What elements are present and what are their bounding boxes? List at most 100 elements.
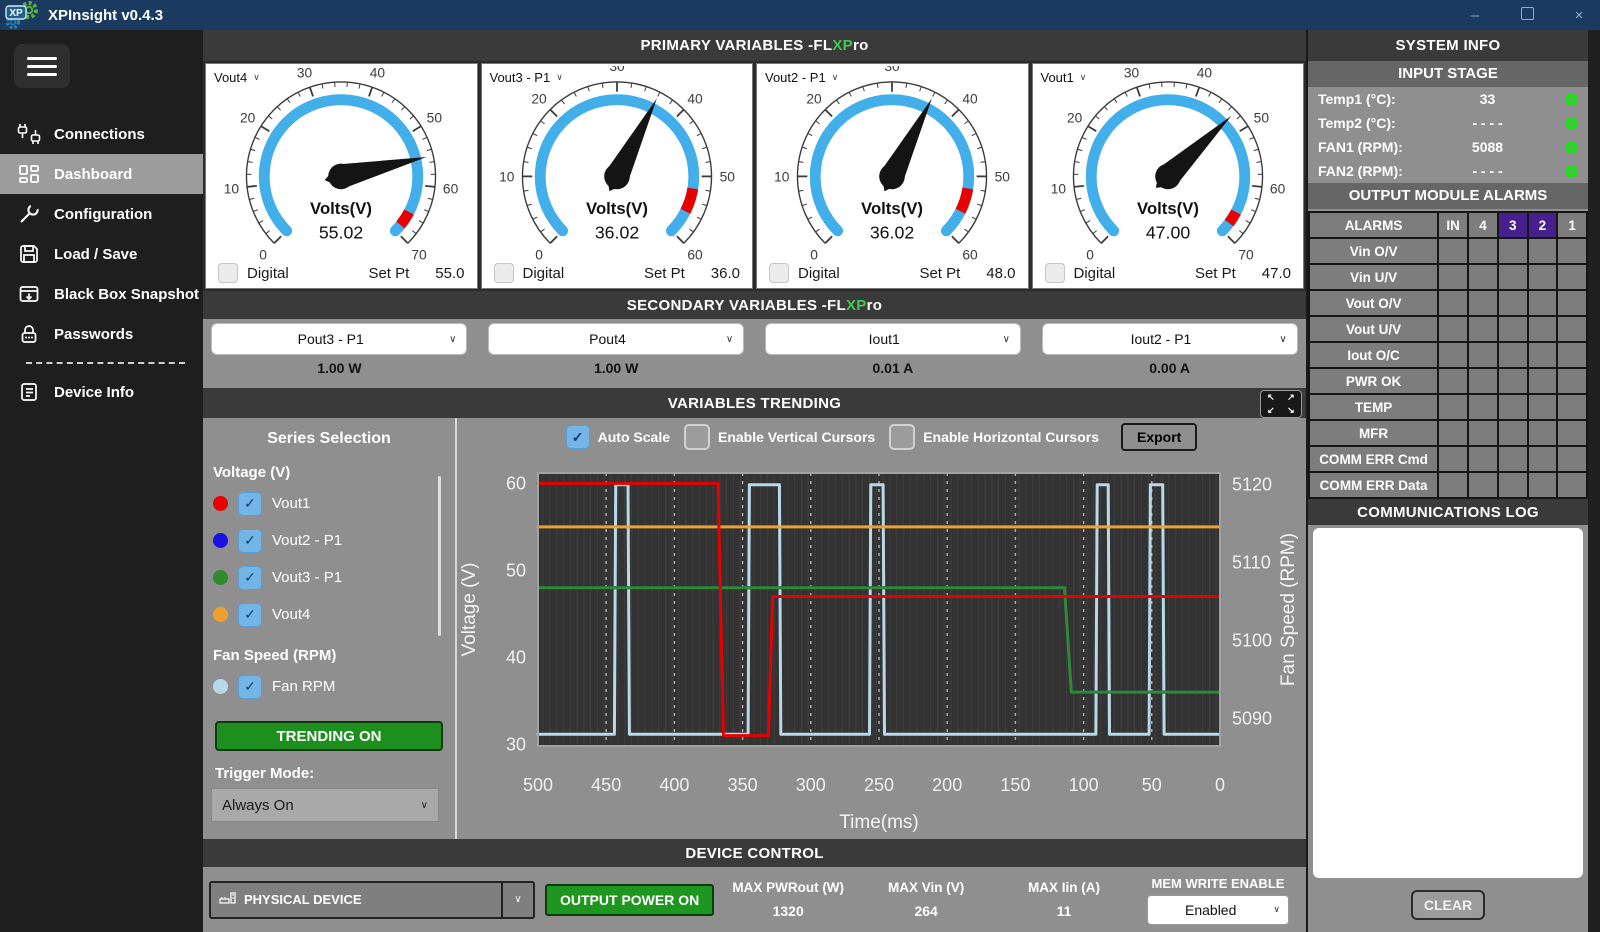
digital-checkbox[interactable] bbox=[218, 263, 238, 283]
gauge-variable-select[interactable]: Vout2 - P1∨ bbox=[765, 70, 838, 85]
trending-on-button[interactable]: TRENDING ON bbox=[215, 721, 443, 751]
series-checkbox[interactable]: ✓ bbox=[238, 603, 262, 627]
alarm-indicator-cell bbox=[1557, 290, 1587, 316]
trigger-mode-select[interactable]: Always On ∨ bbox=[211, 788, 439, 822]
svg-text:60: 60 bbox=[443, 182, 459, 197]
sidebar-item-passwords[interactable]: Passwords bbox=[0, 314, 203, 354]
expand-chart-button[interactable]: ↖↗↙↘ bbox=[1260, 390, 1302, 418]
alarm-indicator-cell bbox=[1557, 394, 1587, 420]
secondary-variable-value-3: 0.01 A bbox=[873, 360, 914, 376]
svg-text:0: 0 bbox=[810, 247, 818, 262]
input-stage-row: FAN2 (RPM):- - - - bbox=[1308, 159, 1588, 183]
digital-checkbox[interactable] bbox=[769, 263, 789, 283]
alarm-indicator-cell bbox=[1468, 342, 1498, 368]
alarm-column-4: 4 bbox=[1468, 212, 1498, 238]
sidebar-item-label: Device Info bbox=[54, 384, 134, 401]
close-button[interactable]: × bbox=[1566, 7, 1592, 24]
mem-write-enable-select[interactable]: Enabled ∨ bbox=[1148, 896, 1288, 924]
sidebar-nav: ConnectionsDashboardConfigurationLoad / … bbox=[0, 114, 203, 412]
chart-toolbar: ✓Auto Scale ✓Enable Vertical Cursors ✓En… bbox=[457, 418, 1306, 456]
svg-text:300: 300 bbox=[796, 775, 826, 795]
gauge-card-3: Vout2 - P1∨0102030405060Volts(V)36.02Dig… bbox=[756, 63, 1029, 289]
clear-log-button[interactable]: CLEAR bbox=[1411, 890, 1485, 920]
svg-text:5120: 5120 bbox=[1232, 475, 1272, 495]
series-checkbox[interactable]: ✓ bbox=[238, 566, 262, 590]
alarm-column-2: 2 bbox=[1528, 212, 1558, 238]
set-pt-value[interactable]: 55.0 bbox=[435, 265, 464, 282]
svg-text:60: 60 bbox=[687, 247, 703, 262]
gauge-variable-select[interactable]: Vout1∨ bbox=[1041, 70, 1087, 85]
sidebar-item-configuration[interactable]: Configuration bbox=[0, 194, 203, 234]
set-pt-label: Set Pt bbox=[644, 265, 685, 282]
digital-label: Digital bbox=[1074, 265, 1116, 282]
gauge-variable-select[interactable]: Vout4∨ bbox=[214, 70, 260, 85]
system-info-header: SYSTEM INFO bbox=[1308, 30, 1588, 61]
alarm-indicator-cell bbox=[1498, 316, 1528, 342]
alarm-indicator-cell bbox=[1557, 368, 1587, 394]
input-stage-row: Temp1 (°C):33 bbox=[1308, 87, 1588, 111]
alarm-indicator-cell bbox=[1528, 472, 1558, 498]
series-checkbox[interactable]: ✓ bbox=[238, 675, 262, 699]
series-checkbox[interactable]: ✓ bbox=[238, 492, 262, 516]
digital-checkbox[interactable] bbox=[1045, 263, 1065, 283]
series-scrollbar[interactable] bbox=[438, 476, 441, 636]
device-selector[interactable]: PHYSICAL DEVICE ∨ bbox=[209, 881, 535, 919]
sidebar-item-load-save[interactable]: Load / Save bbox=[0, 234, 203, 274]
secondary-variable-select-3[interactable]: Iout1∨ bbox=[766, 324, 1020, 354]
alarm-indicator-cell bbox=[1468, 316, 1498, 342]
vertical-cursors-checkbox[interactable]: ✓ bbox=[684, 424, 710, 450]
sidebar-item-connections[interactable]: Connections bbox=[0, 114, 203, 154]
trigger-mode-label: Trigger Mode: bbox=[215, 765, 455, 782]
sidebar-item-dashboard[interactable]: Dashboard bbox=[0, 154, 203, 194]
secondary-variable-select-4[interactable]: Iout2 - P1∨ bbox=[1043, 324, 1297, 354]
output-power-button[interactable]: OUTPUT POWER ON bbox=[545, 884, 714, 916]
secondary-variable-select-1[interactable]: Pout3 - P1∨ bbox=[212, 324, 466, 354]
communications-log[interactable] bbox=[1313, 528, 1583, 878]
sidebar: ConnectionsDashboardConfigurationLoad / … bbox=[0, 30, 203, 932]
maximize-icon bbox=[1521, 7, 1534, 20]
alarm-column-3: 3 bbox=[1498, 212, 1528, 238]
series-checkbox[interactable]: ✓ bbox=[238, 529, 262, 553]
alarm-row-label: Iout O/C bbox=[1309, 342, 1438, 368]
menu-toggle-button[interactable] bbox=[14, 44, 70, 88]
digital-checkbox[interactable] bbox=[494, 263, 514, 283]
alarm-indicator-cell bbox=[1528, 342, 1558, 368]
export-button[interactable]: Export bbox=[1121, 423, 1197, 451]
alarm-indicator-cell bbox=[1528, 394, 1558, 420]
gauge-variable-select[interactable]: Vout3 - P1∨ bbox=[490, 70, 563, 85]
alarm-indicator-cell bbox=[1498, 472, 1528, 498]
alarm-indicator-cell bbox=[1438, 446, 1468, 472]
series-item-vout4: ✓Vout4 bbox=[213, 596, 455, 633]
maximize-button[interactable] bbox=[1514, 7, 1540, 24]
svg-text:40: 40 bbox=[506, 647, 526, 667]
window-edge bbox=[1588, 30, 1600, 932]
svg-text:450: 450 bbox=[591, 775, 621, 795]
svg-text:47.00: 47.00 bbox=[1146, 222, 1190, 242]
svg-text:5110: 5110 bbox=[1232, 553, 1271, 573]
set-pt-value[interactable]: 48.0 bbox=[986, 265, 1015, 282]
chevron-down-icon: ∨ bbox=[1003, 334, 1010, 345]
alarm-indicator-cell bbox=[1528, 368, 1558, 394]
set-pt-value[interactable]: 47.0 bbox=[1262, 265, 1291, 282]
horizontal-cursors-checkbox[interactable]: ✓ bbox=[889, 424, 915, 450]
auto-scale-checkbox[interactable]: ✓ bbox=[566, 425, 590, 449]
digital-label: Digital bbox=[247, 265, 289, 282]
alarm-indicator-cell bbox=[1557, 420, 1587, 446]
set-pt-value[interactable]: 36.0 bbox=[711, 265, 740, 282]
status-ok-dot bbox=[1565, 93, 1578, 106]
chevron-down-icon: ∨ bbox=[1279, 334, 1286, 345]
alarm-indicator-cell bbox=[1498, 342, 1528, 368]
svg-text:30: 30 bbox=[609, 66, 625, 74]
svg-text:20: 20 bbox=[531, 91, 547, 106]
secondary-variable-select-2[interactable]: Pout4∨ bbox=[489, 324, 743, 354]
svg-text:40: 40 bbox=[963, 91, 979, 106]
alarm-indicator-cell bbox=[1438, 420, 1468, 446]
series-color-dot bbox=[213, 570, 228, 585]
minimize-button[interactable]: – bbox=[1462, 7, 1488, 24]
device-control-bar: PHYSICAL DEVICE ∨ OUTPUT POWER ON MAX PW… bbox=[203, 867, 1306, 932]
max-pwrout-metric: MAX PWRout (W) 1320 bbox=[724, 880, 852, 919]
padlock-icon bbox=[14, 323, 44, 345]
sidebar-item-device-info[interactable]: Device Info bbox=[0, 372, 203, 412]
sidebar-item-black-box-snapshot[interactable]: Black Box Snapshot bbox=[0, 274, 203, 314]
alarm-matrix: ALARMSIN4321Vin O/VVin U/VVout O/VVout U… bbox=[1308, 211, 1588, 499]
